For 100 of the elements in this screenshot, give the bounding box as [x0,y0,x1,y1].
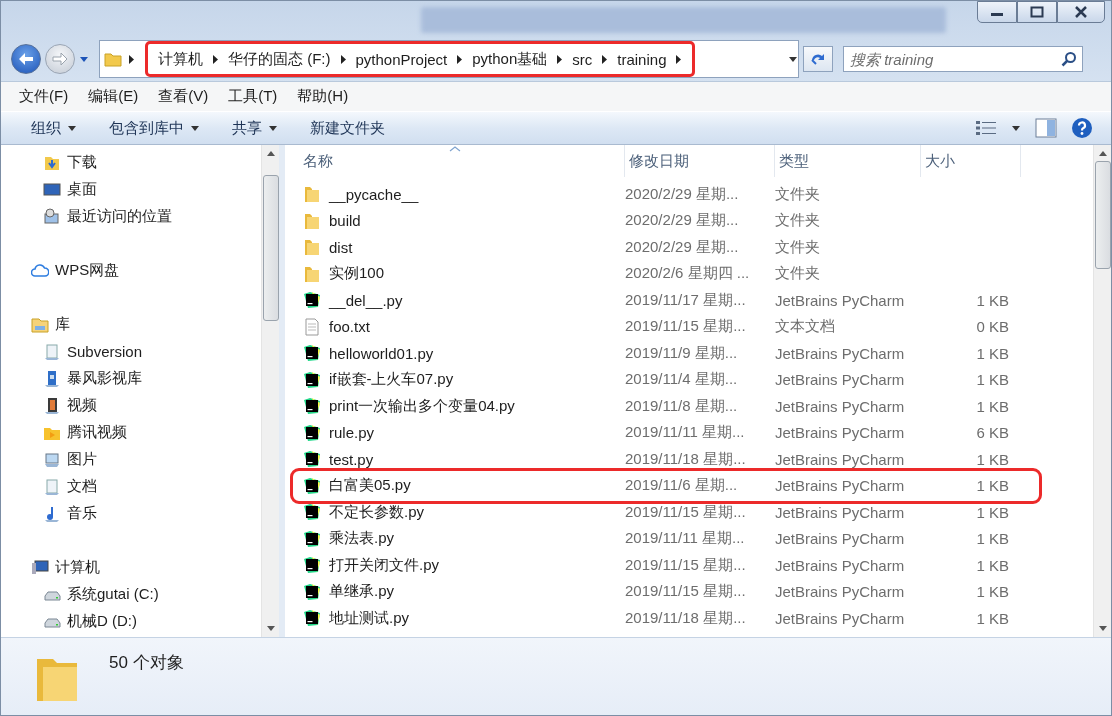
nav-item[interactable]: 图片 [23,446,103,473]
file-row[interactable]: 打开关闭文件.py 2019/11/15 星期... JetBrains PyCharm 1 KB [295,552,1037,579]
dropdown-caret-icon[interactable] [788,55,798,63]
nav-item[interactable]: 计算机 [23,554,106,581]
breadcrumb-item[interactable]: 计算机 [158,49,203,69]
file-row[interactable]: foo.txt 2019/11/15 星期... 文本文档 0 KB [295,313,1037,340]
file-name: if嵌套-上火车07.py [329,370,454,390]
date-cell-text: 2019/11/15 星期... [625,555,747,575]
left-arrow-icon [18,52,34,66]
file-row[interactable]: 乘法表.py 2019/11/11 星期... JetBrains PyCharm 1 KB [295,525,1037,552]
music-note-icon [43,504,61,523]
nav-item[interactable]: 桌面 [23,176,103,203]
pycharm-file-icon [303,582,321,601]
menu-item[interactable]: 文件(F) [9,85,79,108]
column-header[interactable]: 修改日期 [625,145,775,177]
nav-item[interactable]: 文档 [23,473,103,500]
file-name: rule.py [329,424,375,442]
folder-icon [303,185,321,204]
scrollbar-thumb[interactable] [262,175,279,321]
scrollbar[interactable] [1093,145,1111,637]
nav-item[interactable]: 音乐 [23,500,103,527]
history-dropdown-icon[interactable] [79,55,89,63]
date-cell-text: 2019/11/18 星期... [625,608,747,628]
file-row[interactable]: dist 2020/2/29 星期... 文件夹 [295,234,1037,261]
toolbar-button[interactable]: 包含到库中 [97,114,212,142]
nav-item[interactable]: Subversion [23,338,149,365]
file-name: dist [329,238,353,256]
breadcrumb-item[interactable]: 华仔的固态 (F:) [228,49,331,69]
file-row[interactable]: print一次输出多个变量04.py 2019/11/8 星期... JetBrains PyCharm 1 KB [295,393,1037,420]
chevron-icon [675,53,683,65]
refresh-button[interactable] [803,46,833,72]
nav-item[interactable]: 机械D (D:) [23,608,143,635]
file-row[interactable]: 单继承.py 2019/11/15 星期... JetBrains PyCharm 1 KB [295,578,1037,605]
nav-item[interactable]: WPS网盘 [23,257,126,284]
column-header[interactable]: 类型 [775,145,921,177]
refresh-icon [809,51,827,67]
file-row[interactable]: if嵌套-上火车07.py 2019/11/4 星期... JetBrains PyCharm 1 KB [295,366,1037,393]
item-count: 50 个对象 [109,652,184,674]
chevron-icon [212,53,219,65]
size-cell-text: 1 KB [975,503,1009,521]
back-button[interactable] [11,44,41,74]
size-cell-text: 1 KB [975,530,1009,548]
breadcrumb-item[interactable]: training [617,50,667,68]
file-row[interactable]: 不定长参数.py 2019/11/15 星期... JetBrains PyCharm 1 KB [295,499,1037,526]
document-icon [43,477,61,496]
file-row[interactable]: 地址测试.py 2019/11/18 星期... JetBrains PyCharm 1 KB [295,605,1037,632]
nav-item[interactable]: 暴风影视库 [23,365,148,392]
column-header[interactable]: 名称 [299,145,625,177]
file-row[interactable]: __pycache__ 2020/2/29 星期... 文件夹 [295,181,1037,208]
right-arrow-icon [52,52,68,66]
folder-icon [303,238,321,257]
column-header[interactable]: 大小 [921,145,1021,177]
toolbar-button[interactable]: 新建文件夹 [298,114,397,142]
nav-item[interactable]: 视频 [23,392,103,419]
close-button[interactable] [1057,1,1105,23]
pycharm-file-icon [303,397,321,416]
nav-item[interactable]: 最近访问的位置 [23,203,178,230]
file-name: 实例100 [329,264,385,284]
type-cell-text: 文件夹 [775,211,821,231]
file-name: 打开关闭文件.py [329,555,439,575]
type-cell-text: 文本文档 [775,317,836,337]
library-icon [31,315,49,334]
chevron-icon [339,53,347,65]
menu-item[interactable]: 编辑(E) [78,85,149,108]
file-row[interactable]: build 2020/2/29 星期... 文件夹 [295,207,1037,234]
date-cell-text: 2019/11/9 星期... [625,343,739,363]
document-icon [43,342,61,361]
minimize-button[interactable] [977,1,1017,23]
file-row[interactable]: rule.py 2019/11/11 星期... JetBrains PyCharm 6 KB [295,419,1037,446]
breadcrumb-item[interactable]: python基础 [472,49,548,69]
address-bar[interactable]: 计算机 华仔的固态 (F:) pythonProject python基础 src training [99,40,799,78]
pycharm-file-icon [303,476,321,495]
file-row[interactable]: 实例100 2020/2/6 星期四 ... 文件夹 [295,260,1037,287]
nav-item[interactable]: 下载 [23,149,103,176]
nav-item[interactable]: 库 [23,311,76,338]
view-options-icon[interactable] [975,119,997,137]
menu-item[interactable]: 工具(T) [218,85,288,108]
date-cell-text: 2019/11/8 星期... [625,396,739,416]
file-row[interactable]: helloworld01.py 2019/11/9 星期... JetBrains PyCharm 1 KB [295,340,1037,367]
menu-item[interactable]: 查看(V) [148,85,219,108]
toolbar-button[interactable]: 组织 [19,114,89,142]
size-cell-text: 1 KB [975,477,1009,495]
file-row[interactable]: __del__.py 2019/11/17 星期... JetBrains PyCharm 1 KB [295,287,1037,314]
date-cell-text: 2019/11/17 星期... [625,290,747,310]
scrollbar[interactable] [261,145,279,637]
caret-icon[interactable] [1011,124,1021,132]
close-icon [1074,6,1088,18]
maximize-button[interactable] [1017,1,1057,23]
file-row[interactable]: test.py 2019/11/18 星期... JetBrains PyCharm 1 KB [295,446,1037,473]
nav-item[interactable]: 系统gutai (C:) [23,581,165,608]
maximize-icon [1030,6,1044,18]
breadcrumb-item[interactable]: pythonProject [355,50,448,68]
toolbar-button[interactable]: 共享 [220,114,290,142]
scrollbar-thumb[interactable] [1094,161,1111,269]
file-row[interactable]: 白富美05.py 2019/11/6 星期... JetBrains PyCharm 1 KB [295,472,1037,499]
breadcrumb-item[interactable]: src [572,50,593,68]
help-icon[interactable] [1071,117,1093,139]
nav-item[interactable]: 腾讯视频 [23,419,133,446]
date-cell-text: 2019/11/6 星期... [625,476,739,496]
menu-item[interactable]: 帮助(H) [287,85,359,108]
